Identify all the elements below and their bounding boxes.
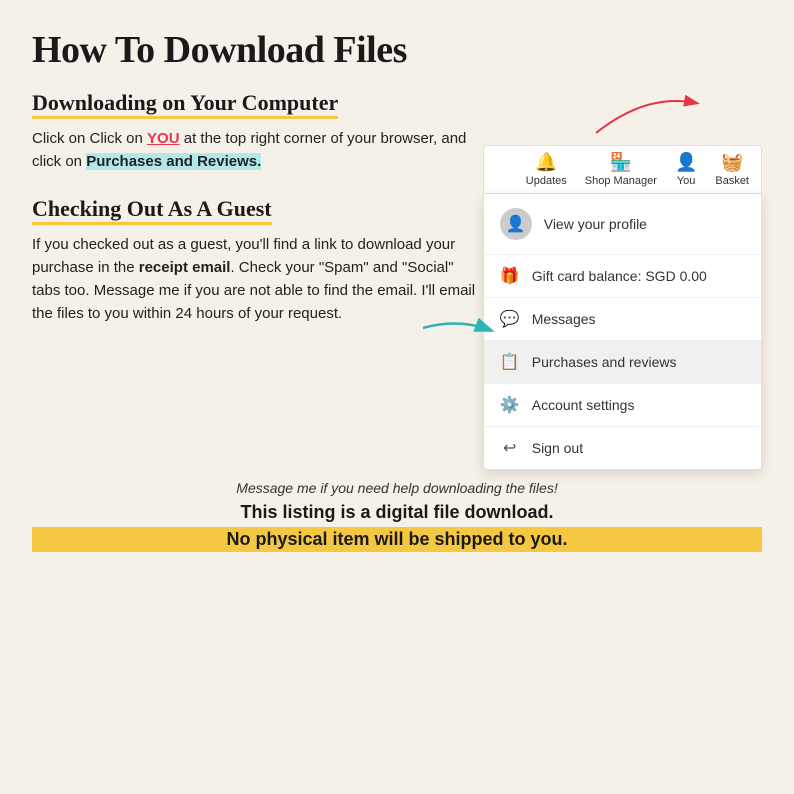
navbar: 🔔 Updates 🏪 Shop Manager 👤 You 🧺 Basket xyxy=(483,145,762,194)
shop-icon: 🏪 xyxy=(610,152,632,173)
right-wrapper: 🔔 Updates 🏪 Shop Manager 👤 You 🧺 Basket xyxy=(483,145,762,470)
pr-highlight: Purchases and Reviews. xyxy=(86,153,261,170)
gift-card-item[interactable]: 🎁 Gift card balance: SGD 0.00 xyxy=(484,255,761,298)
main-title: How To Download Files xyxy=(32,28,762,72)
nav-basket-label: Basket xyxy=(715,175,749,187)
receipt-email-bold: receipt email xyxy=(139,259,231,276)
left-column: Downloading on Your Computer Click on Cl… xyxy=(32,90,483,470)
content-area: Downloading on Your Computer Click on Cl… xyxy=(32,90,762,470)
you-highlight: YOU xyxy=(147,130,180,147)
italic-note: Message me if you need help downloading … xyxy=(32,480,762,496)
purchases-icon: 📋 xyxy=(500,352,520,372)
text-part1: Click on Click on xyxy=(32,130,147,147)
nav-shop-manager[interactable]: 🏪 Shop Manager xyxy=(585,152,657,187)
avatar-icon: 👤 xyxy=(506,214,526,234)
nav-you[interactable]: 👤 You xyxy=(675,152,697,187)
nav-updates[interactable]: 🔔 Updates xyxy=(526,152,567,187)
dropdown-panel: 👤 View your profile 🎁 Gift card balance:… xyxy=(483,194,762,470)
nav-updates-label: Updates xyxy=(526,175,567,187)
section1-block: Downloading on Your Computer Click on Cl… xyxy=(32,90,483,174)
signout-icon: ↩ xyxy=(500,438,520,458)
nav-shop-manager-label: Shop Manager xyxy=(585,175,657,187)
account-settings-item[interactable]: ⚙️ Account settings xyxy=(484,384,761,427)
gift-icon: 🎁 xyxy=(500,266,520,286)
nav-you-label: You xyxy=(677,175,696,187)
section2-block: Checking Out As A Guest If you checked o… xyxy=(32,196,483,326)
basket-icon: 🧺 xyxy=(721,152,743,173)
section2-text: If you checked out as a guest, you'll fi… xyxy=(32,233,483,326)
sign-out-text: Sign out xyxy=(532,440,583,456)
no-physical-text: No physical item will be shipped to you. xyxy=(32,527,762,552)
page: How To Download Files Downloading on You… xyxy=(0,0,794,794)
user-icon: 👤 xyxy=(675,152,697,173)
purchases-reviews-item[interactable]: 📋 Purchases and reviews xyxy=(484,341,761,384)
gift-card-text: Gift card balance: SGD 0.00 xyxy=(532,268,707,284)
avatar: 👤 xyxy=(500,208,532,240)
nav-basket[interactable]: 🧺 Basket xyxy=(715,152,749,187)
messages-item[interactable]: 💬 Messages xyxy=(484,298,761,341)
pink-arrow xyxy=(586,83,706,143)
section2-title: Checking Out As A Guest xyxy=(32,196,272,225)
section1-title: Downloading on Your Computer xyxy=(32,90,338,119)
sign-out-item[interactable]: ↩ Sign out xyxy=(484,427,761,469)
settings-icon: ⚙️ xyxy=(500,395,520,415)
bottom-section: Message me if you need help downloading … xyxy=(32,480,762,552)
view-profile-row[interactable]: 👤 View your profile xyxy=(484,194,761,255)
account-settings-text: Account settings xyxy=(532,397,635,413)
section1-text: Click on Click on YOU at the top right c… xyxy=(32,127,483,174)
messages-text: Messages xyxy=(532,311,596,327)
bell-icon: 🔔 xyxy=(535,152,557,173)
digital-file-text: This listing is a digital file download. xyxy=(32,502,762,523)
view-profile-text: View your profile xyxy=(544,216,647,232)
purchases-reviews-text: Purchases and reviews xyxy=(532,354,677,370)
message-icon: 💬 xyxy=(500,309,520,329)
